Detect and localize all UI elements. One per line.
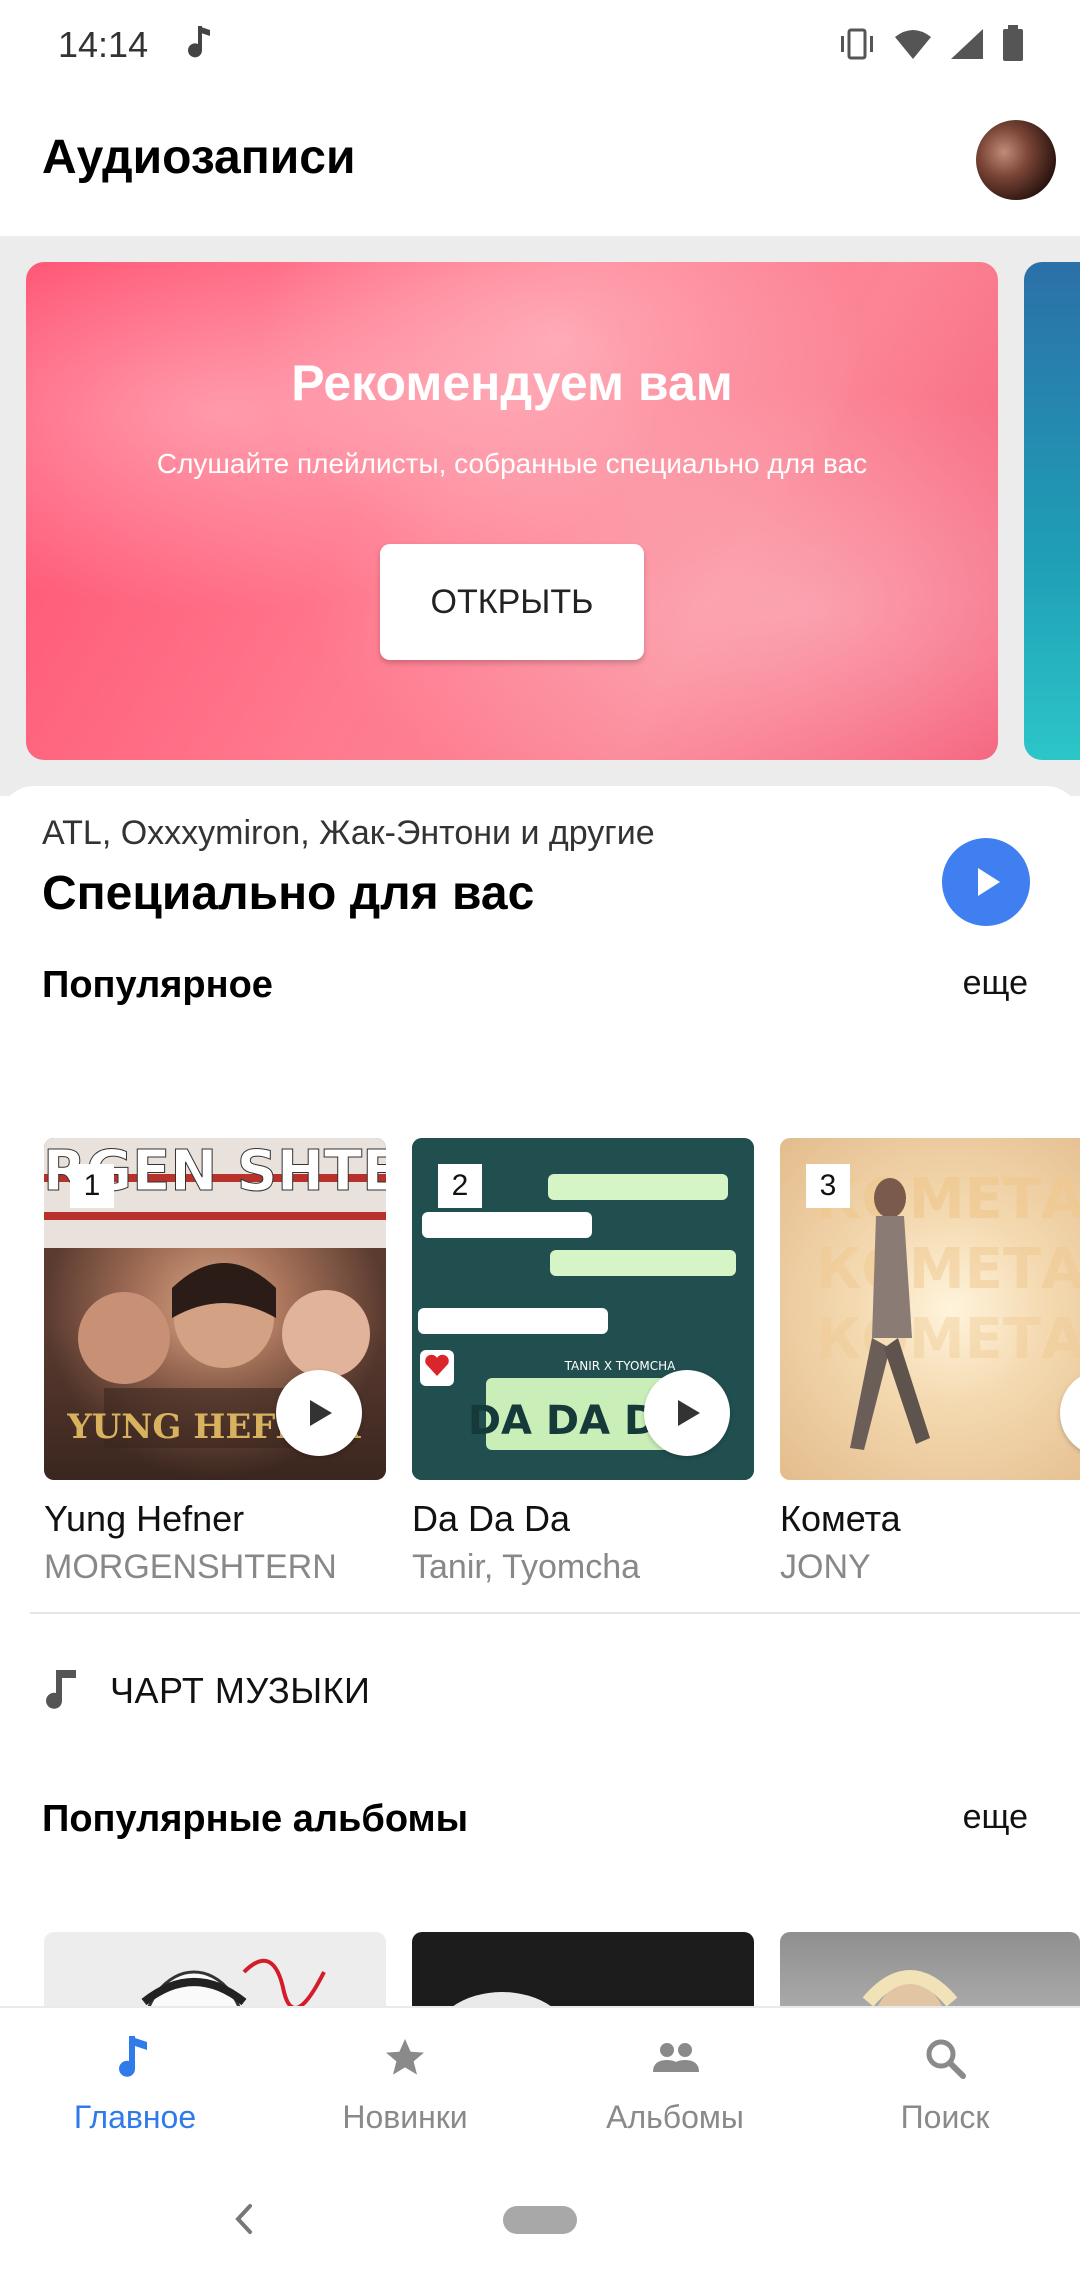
albums-more-link[interactable]: еще	[963, 1798, 1028, 1837]
track-artist: JONY	[780, 1548, 871, 1586]
open-button[interactable]: ОТКРЫТЬ	[380, 544, 644, 660]
music-note-icon	[46, 1670, 76, 1709]
track-card[interactable]: TANIR X TYOMCHA DA DA DA 2 Da Da Da Tani…	[412, 1138, 754, 1587]
track-title: Yung Hefner	[44, 1498, 245, 1539]
rank-badge: 1	[70, 1164, 114, 1208]
main-content: ATL, Oxxxymiron, Жак-Энтони и другие Спе…	[0, 786, 1080, 2008]
track-artist: MORGENSHTERN	[44, 1548, 337, 1586]
banner-title: Рекомендуем вам	[291, 355, 733, 411]
status-time: 14:14	[58, 24, 149, 65]
nav-label: Поиск	[900, 2099, 990, 2135]
track-cover[interactable]: КОМЕТА КОМЕТА КОМЕТА 3	[780, 1138, 1080, 1480]
cover-3-text-repeat-b: КОМЕТА	[816, 1307, 1080, 1372]
play-mix-button[interactable]	[942, 838, 1030, 926]
avatar[interactable]	[976, 120, 1056, 200]
track-title: Комета	[780, 1498, 901, 1539]
popular-albums-title: Популярные альбомы	[42, 1798, 469, 1840]
play-icon	[678, 1400, 700, 1426]
nav-label: Новинки	[342, 2099, 468, 2135]
music-note-icon	[119, 2036, 147, 2077]
banner-carousel[interactable]: Рекомендуем вам Слушайте плейлисты, собр…	[0, 236, 1080, 796]
search-icon	[926, 2039, 966, 2079]
track-cover[interactable]: MORGEN SHTERN YUNG HEFNER 1	[44, 1138, 386, 1480]
battery-icon	[1003, 25, 1023, 61]
cover-3-text-repeat-a: КОМЕТА	[816, 1237, 1080, 1302]
next-banner-peek[interactable]	[1024, 262, 1080, 760]
bottom-navigation: Главное Новинки Альбомы Поиск	[0, 2006, 1080, 2162]
mix-artists: ATL, Oxxxymiron, Жак-Энтони и другие	[42, 814, 655, 852]
music-note-status-icon	[188, 26, 210, 58]
music-chart-link[interactable]: ЧАРТ МУЗЫКИ	[42, 1666, 370, 1716]
status-icons	[837, 24, 1025, 64]
signal-icon	[951, 29, 983, 59]
track-play-button[interactable]	[644, 1370, 730, 1456]
play-icon	[310, 1400, 332, 1426]
cover-2-caption: TANIR X TYOMCHA	[564, 1359, 677, 1373]
nav-item-search[interactable]: Поиск	[810, 2032, 1080, 2136]
nav-label: Альбомы	[606, 2099, 744, 2135]
track-card[interactable]: КОМЕТА КОМЕТА КОМЕТА 3 Комета JONY	[780, 1138, 1080, 1587]
home-pill[interactable]	[503, 2206, 577, 2234]
wifi-icon	[895, 30, 931, 59]
vibrate-icon	[841, 28, 873, 60]
track-artist: Tanir, Tyomcha	[412, 1548, 641, 1586]
nav-item-new[interactable]: Новинки	[270, 2032, 540, 2136]
track-title: Da Da Da	[412, 1498, 571, 1539]
album-cover-art	[450, 1992, 554, 2008]
play-icon	[978, 868, 1000, 896]
rank-badge: 2	[438, 1164, 482, 1208]
rank-badge: 3	[806, 1164, 850, 1208]
system-nav-bar	[0, 2160, 1080, 2280]
app-bar: Аудиозаписи	[0, 90, 1080, 238]
banner-subtitle: Слушайте плейлисты, собранные специально…	[156, 448, 868, 479]
page-title: Аудиозаписи	[42, 131, 356, 184]
album-card[interactable]	[44, 1932, 386, 2008]
nav-item-albums[interactable]: Альбомы	[540, 2032, 810, 2136]
back-icon[interactable]	[230, 2202, 256, 2236]
track-play-button[interactable]	[276, 1370, 362, 1456]
track-card[interactable]: MORGEN SHTERN YUNG HEFNER 1 Yung Hefner …	[44, 1138, 386, 1587]
popular-more-link[interactable]: еще	[963, 964, 1028, 1003]
album-card[interactable]	[412, 1932, 754, 2008]
status-bar: 14:14	[0, 0, 1080, 90]
divider	[30, 1612, 1080, 1614]
album-cover-art	[141, 1958, 326, 2008]
people-icon	[653, 2043, 699, 2072]
album-card[interactable]	[780, 1932, 1080, 2008]
mix-title[interactable]: Специально для вас	[42, 866, 534, 921]
nav-item-home[interactable]: Главное	[0, 2032, 270, 2136]
recommend-banner[interactable]: Рекомендуем вам Слушайте плейлисты, собр…	[26, 262, 998, 760]
cover-3-text: КОМЕТА	[816, 1167, 1080, 1232]
star-icon	[386, 2039, 424, 2075]
nav-label: Главное	[73, 2099, 197, 2135]
album-cover-art	[862, 1970, 958, 2008]
popular-title: Популярное	[42, 964, 273, 1006]
track-cover[interactable]: TANIR X TYOMCHA DA DA DA 2	[412, 1138, 754, 1480]
chart-label: ЧАРТ МУЗЫКИ	[110, 1670, 371, 1711]
